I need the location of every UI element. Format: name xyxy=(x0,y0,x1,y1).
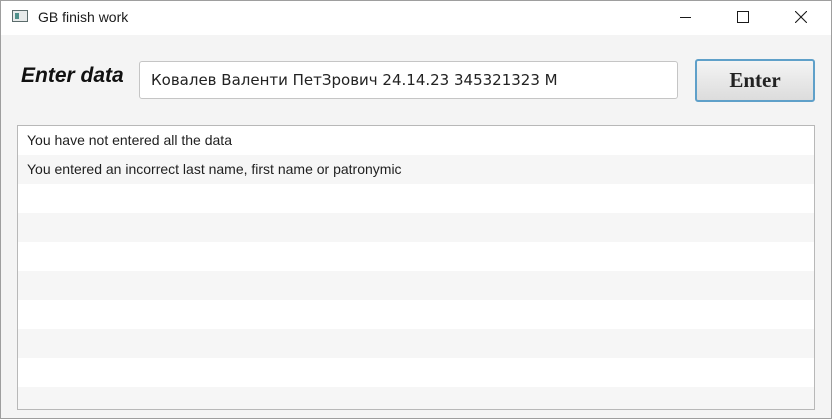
list-item[interactable]: You entered an incorrect last name, firs… xyxy=(18,155,814,184)
data-input[interactable] xyxy=(139,61,678,99)
list-item[interactable] xyxy=(18,213,814,242)
messages-list[interactable]: You have not entered all the data You en… xyxy=(17,125,815,410)
enter-button[interactable]: Enter xyxy=(695,59,815,102)
list-item[interactable] xyxy=(18,242,814,271)
app-window: GB finish work Enter data Enter You have… xyxy=(0,0,832,419)
minimize-button[interactable] xyxy=(663,1,709,33)
maximize-icon xyxy=(737,11,749,23)
list-item[interactable]: You have not entered all the data xyxy=(18,126,814,155)
list-item[interactable] xyxy=(18,329,814,358)
list-item[interactable] xyxy=(18,271,814,300)
window-title: GB finish work xyxy=(38,9,129,25)
title-bar[interactable]: GB finish work xyxy=(1,1,831,35)
list-item[interactable] xyxy=(18,300,814,329)
app-icon xyxy=(12,10,28,22)
minimize-icon xyxy=(680,17,691,18)
close-icon xyxy=(795,11,807,23)
list-item[interactable] xyxy=(18,184,814,213)
list-item[interactable] xyxy=(18,387,814,409)
maximize-button[interactable] xyxy=(720,1,766,33)
list-item[interactable] xyxy=(18,358,814,387)
enter-data-label: Enter data xyxy=(21,64,124,87)
close-button[interactable] xyxy=(778,1,824,33)
